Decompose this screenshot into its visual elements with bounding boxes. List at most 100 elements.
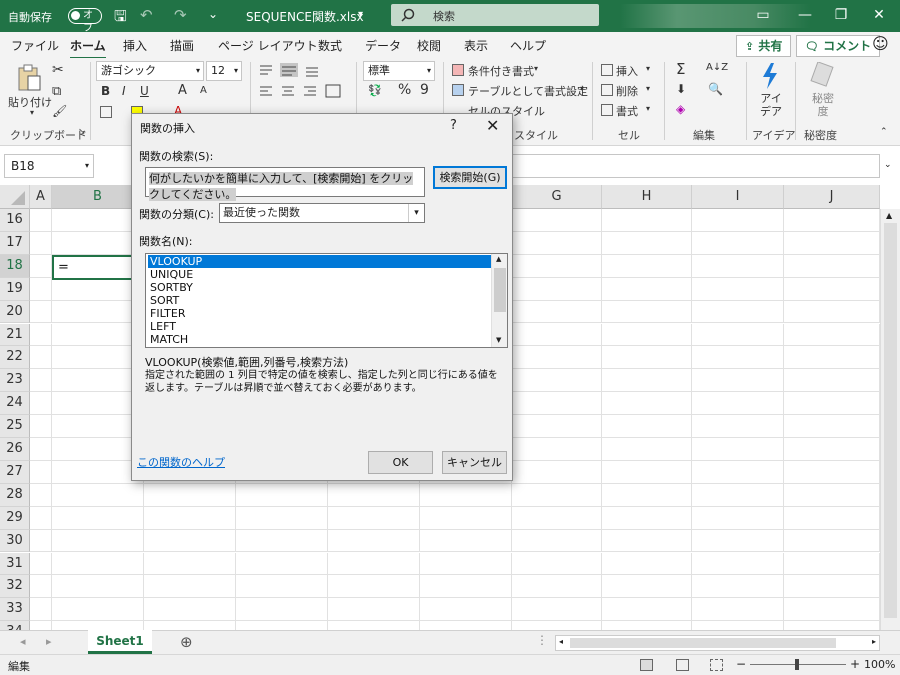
row-header[interactable]: 30 [0, 529, 30, 553]
grid-cell[interactable] [30, 598, 52, 622]
grid-cell[interactable] [512, 415, 602, 438]
grid-cell[interactable] [236, 506, 328, 530]
grid-cell[interactable] [30, 369, 52, 393]
grid-cell[interactable] [236, 598, 328, 622]
clear-icon[interactable]: ◈ [676, 102, 685, 116]
grid-cell[interactable] [512, 552, 602, 576]
scroll-up-icon[interactable]: ▲ [886, 211, 892, 220]
list-item[interactable]: MATCH [148, 333, 491, 346]
paste-dropdown-icon[interactable]: ▾ [30, 108, 34, 117]
scrollbar-thumb[interactable] [884, 223, 897, 618]
chevron-down-icon[interactable]: ▾ [580, 84, 584, 93]
chevron-down-icon[interactable]: ▾ [534, 64, 538, 73]
fill-icon[interactable]: ⬇ [676, 82, 686, 96]
share-button[interactable]: ⇪ 共有 [736, 35, 792, 57]
delete-cells-button[interactable]: 削除 [616, 83, 638, 99]
sort-filter-icon[interactable]: A↓Z [706, 62, 728, 73]
grid-cell[interactable] [30, 231, 52, 255]
scroll-right-icon[interactable]: ▸ [872, 637, 876, 646]
chevron-down-icon[interactable]: ▾ [85, 155, 89, 177]
zoom-in-button[interactable]: + [850, 657, 860, 671]
row-header[interactable]: 29 [0, 506, 30, 530]
grid-cell[interactable] [602, 209, 692, 232]
scroll-up-icon[interactable]: ▲ [496, 255, 501, 263]
number-format-combo[interactable]: 標準 ▾ [363, 61, 435, 81]
vertical-scrollbar[interactable]: ▲ [880, 209, 900, 630]
grid-cell[interactable] [512, 277, 602, 301]
grid-cell[interactable] [602, 323, 692, 347]
row-header[interactable]: 18 [0, 254, 30, 278]
grid-cell[interactable] [602, 346, 692, 370]
grid-cell[interactable] [30, 483, 52, 507]
tab-file[interactable]: ファイル [11, 37, 59, 54]
grid-cell[interactable] [30, 575, 52, 599]
grid-cell[interactable] [328, 483, 420, 507]
grid-cell[interactable] [52, 575, 144, 599]
grid-cell[interactable] [692, 392, 784, 416]
grid-cell[interactable] [512, 369, 602, 393]
grid-cell[interactable] [602, 392, 692, 416]
grid-cell[interactable] [144, 552, 236, 576]
grid-cell[interactable] [512, 460, 602, 484]
font-name-combo[interactable]: 游ゴシック ▾ [96, 61, 204, 81]
row-header[interactable]: 33 [0, 598, 30, 622]
grid-cell[interactable] [30, 415, 52, 438]
tab-view[interactable]: 表示 [464, 37, 488, 54]
grid-cell[interactable] [692, 369, 784, 393]
bold-button[interactable]: B [101, 84, 110, 98]
grid-cell[interactable] [420, 575, 512, 599]
grid-cell[interactable] [512, 506, 602, 530]
horizontal-align-icons[interactable] [258, 84, 348, 98]
horizontal-scrollbar-thumb[interactable] [570, 638, 836, 648]
grid-cell[interactable] [692, 254, 784, 278]
italic-button[interactable]: I [122, 84, 126, 98]
grid-cell[interactable] [328, 552, 420, 576]
grid-cell[interactable] [602, 460, 692, 484]
grid-cell[interactable] [692, 231, 784, 255]
grid-cell[interactable] [692, 598, 784, 622]
zoom-out-button[interactable]: − [736, 657, 746, 671]
list-item[interactable]: LEFT [148, 320, 491, 333]
grid-cell[interactable] [784, 392, 880, 416]
row-header[interactable]: 26 [0, 438, 30, 461]
cut-icon[interactable]: ✂ [52, 62, 64, 78]
grid-cell[interactable] [602, 369, 692, 393]
row-header[interactable]: 27 [0, 460, 30, 484]
grid-cell[interactable] [52, 529, 144, 553]
column-header[interactable]: H [602, 185, 692, 209]
tab-data[interactable]: データ [365, 37, 401, 54]
grid-cell[interactable] [328, 529, 420, 553]
grid-cell[interactable] [602, 575, 692, 599]
select-all-corner[interactable] [0, 185, 30, 209]
format-cells-button[interactable]: 書式 [616, 103, 638, 119]
grid-cell[interactable] [512, 323, 602, 347]
grid-cell[interactable] [512, 300, 602, 324]
undo-icon[interactable]: ↶ [140, 6, 153, 24]
normal-view-icon[interactable] [640, 659, 653, 671]
grid-cell[interactable] [784, 254, 880, 278]
list-item[interactable]: UNIQUE [148, 268, 491, 281]
split-handle-icon[interactable]: ⋮ [536, 633, 548, 647]
close-window-icon[interactable]: ✕ [856, 0, 900, 32]
currency-icon[interactable]: 💱 [368, 84, 382, 97]
grid-cell[interactable] [784, 415, 880, 438]
tab-insert[interactable]: 挿入 [123, 37, 147, 54]
page-layout-view-icon[interactable] [676, 659, 689, 671]
grid-cell[interactable] [602, 254, 692, 278]
grid-cell[interactable] [602, 277, 692, 301]
find-select-icon[interactable]: 🔍 [708, 82, 723, 96]
font-size-combo[interactable]: 12 ▾ [206, 61, 242, 81]
ribbon-display-icon[interactable]: ▭ [740, 0, 786, 32]
grid-cell[interactable] [30, 552, 52, 576]
border-icon[interactable] [100, 106, 112, 118]
grid-cell[interactable] [30, 346, 52, 370]
grid-cell[interactable] [784, 277, 880, 301]
grid-cell[interactable] [144, 506, 236, 530]
file-name[interactable]: SEQUENCE関数.xlsx [246, 8, 364, 25]
grid-cell[interactable] [420, 529, 512, 553]
page-break-view-icon[interactable] [710, 659, 723, 671]
grid-cell[interactable] [602, 231, 692, 255]
grid-cell[interactable] [784, 598, 880, 622]
tab-home[interactable]: ホーム [70, 37, 106, 60]
grid-cell[interactable] [328, 598, 420, 622]
